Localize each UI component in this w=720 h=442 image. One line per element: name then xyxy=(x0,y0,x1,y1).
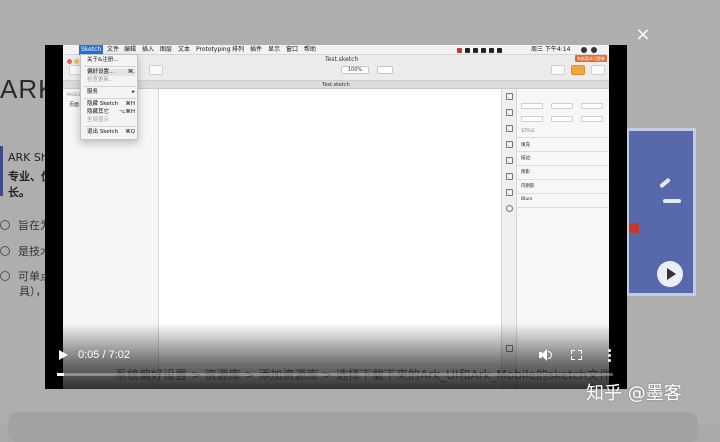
feature-text-continued: 具）， xyxy=(19,285,47,298)
toolbar-icon xyxy=(149,65,163,75)
more-options-button[interactable] xyxy=(608,349,612,363)
system-status-icons xyxy=(457,47,517,53)
document-tab: Test.sketch xyxy=(63,81,609,89)
view-button xyxy=(377,66,393,74)
inspector-row-fill: 填充 xyxy=(521,143,530,148)
progress-fill xyxy=(57,373,64,376)
feature-item: 旨在为 xyxy=(0,217,51,233)
fullscreen-button[interactable] xyxy=(571,350,582,360)
window-title: Test.sketch xyxy=(325,56,359,63)
update-badge: 有新版本可更新 xyxy=(575,55,607,62)
menu-item: 帮助 xyxy=(304,46,317,53)
mirror-icon xyxy=(506,173,513,180)
video-player[interactable]: Sketch 文件 编辑 插入 图层 文本 Prototyping 排列 插件 … xyxy=(45,45,627,389)
window-minimize-dot xyxy=(74,59,79,64)
accent-bar xyxy=(0,146,3,196)
menu-item: 窗口 xyxy=(286,46,299,53)
bottom-card xyxy=(8,412,698,442)
play-circle-icon xyxy=(657,261,683,287)
zhihu-watermark: 知乎 @墨客 xyxy=(586,383,682,404)
menu-quit: 退出 Sketch ⌘Q xyxy=(87,129,135,135)
inspector-row-inner-shadow: 内阴影 xyxy=(521,184,535,189)
inspector-row-blurs: Blurs xyxy=(521,197,533,202)
menu-show-all: 全部显示 xyxy=(87,117,110,123)
sketch-toolbar: Test.sketch 100% 有新版本可更新 xyxy=(63,55,609,81)
check-circle-icon xyxy=(0,220,10,230)
play-button[interactable] xyxy=(57,348,69,362)
mac-menu-bar: Sketch 文件 编辑 插入 图层 文本 Prototyping 排列 插件 … xyxy=(63,45,609,55)
menu-preferences: 偏好设置… ⌘, xyxy=(87,69,135,76)
craft-icon xyxy=(506,189,513,196)
zoom-level: 100% xyxy=(341,66,369,74)
progress-bar[interactable] xyxy=(57,373,613,376)
menu-item: 显示 xyxy=(268,46,281,53)
cloud-icon xyxy=(571,65,585,75)
page-item: 页面 xyxy=(69,102,80,108)
volume-button[interactable] xyxy=(538,348,552,362)
style-header: STYLE xyxy=(521,129,535,134)
pages-header: PAGES xyxy=(67,92,80,97)
symbol-icon xyxy=(506,141,513,148)
check-circle-icon xyxy=(0,246,10,256)
plugin-icon xyxy=(506,205,513,212)
menu-item: 文本 xyxy=(178,46,191,53)
menu-services: 服务 ▸ xyxy=(87,89,135,95)
menu-hide-others: 隐藏其它 ⌥⌘H xyxy=(87,109,135,115)
menu-item: 图层 xyxy=(160,46,173,53)
align-icon xyxy=(506,93,513,100)
menu-check-updates: 检查更新… xyxy=(87,77,115,83)
close-button[interactable]: × xyxy=(634,26,652,44)
inspector-row-shadow: 阴影 xyxy=(521,170,530,175)
sketch-app-menu: 关于&注册… 偏好设置… ⌘, 检查更新… 服务 ▸ 隐藏 Sketch ⌘H … xyxy=(80,54,138,140)
export-icon xyxy=(591,65,605,75)
window-close-dot xyxy=(67,59,72,64)
illustration-card xyxy=(626,128,696,296)
menu-item: 排列 xyxy=(232,46,245,53)
menu-hide-sketch: 隐藏 Sketch ⌘H xyxy=(87,101,135,107)
check-circle-icon xyxy=(0,271,10,281)
menu-item: Prototyping xyxy=(196,46,231,53)
feature-item: 可单点 xyxy=(0,268,51,284)
intro-line-3: 长。 xyxy=(8,186,30,199)
feature-item: 是技术 xyxy=(0,243,51,259)
time-display: 0:05 / 7:02 xyxy=(78,349,130,361)
menubar-clock: 周三 下午4:14 xyxy=(531,46,571,53)
menu-item: 插件 xyxy=(250,46,263,53)
menu-about: 关于&注册… xyxy=(87,57,119,63)
layout-icon xyxy=(506,157,513,164)
preview-icon xyxy=(551,65,565,75)
volume-icon xyxy=(548,351,552,359)
upload-icon xyxy=(506,109,513,116)
inspector-row-border: 描边 xyxy=(521,156,530,161)
menu-item: 插入 xyxy=(142,46,155,53)
grid-icon xyxy=(506,125,513,132)
